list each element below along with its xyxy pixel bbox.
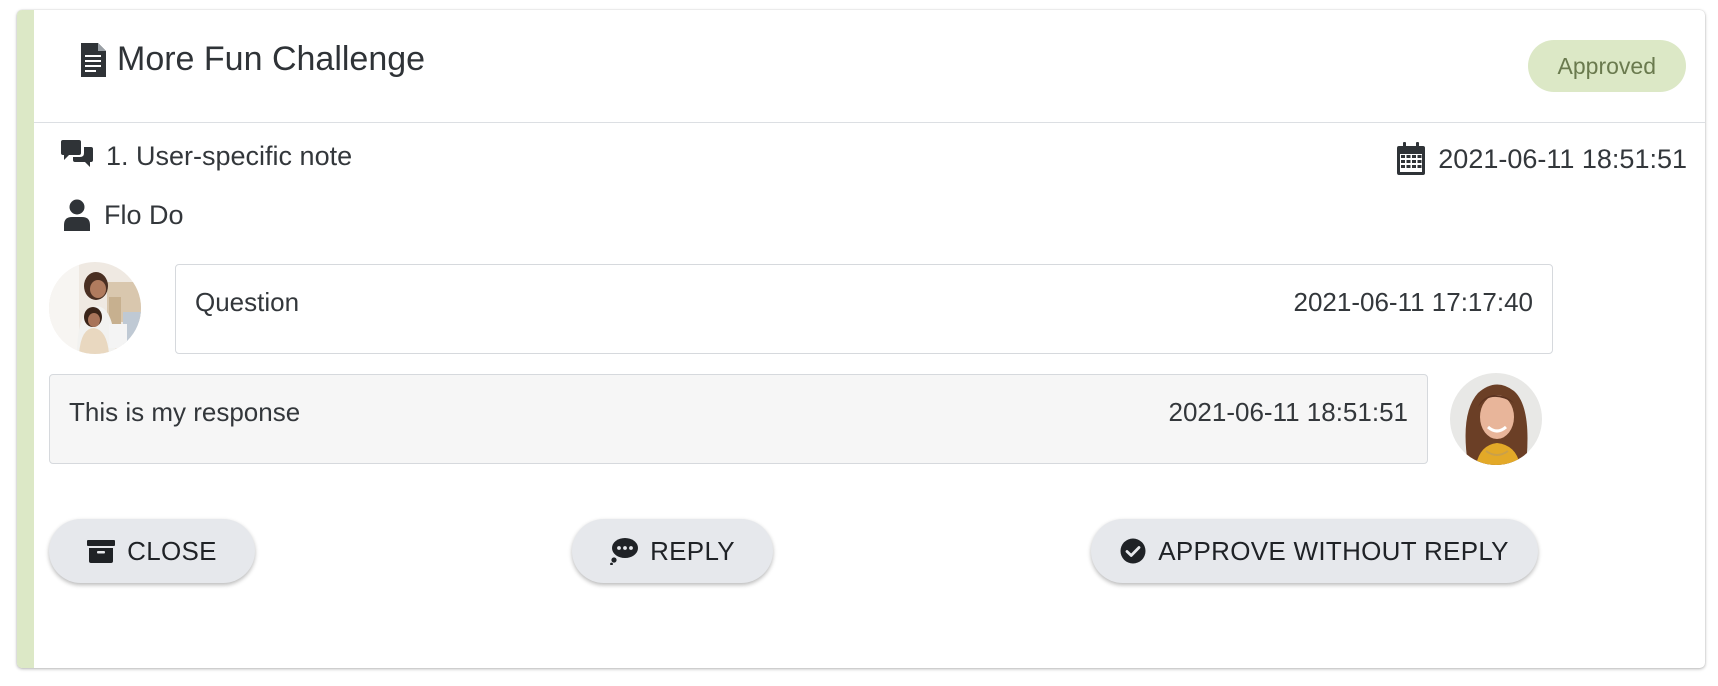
note-date: 2021-06-11 18:51:51: [1438, 143, 1687, 174]
close-button[interactable]: CLOSE: [49, 519, 255, 583]
note-label: 1. User-specific note: [106, 140, 353, 171]
note-card: More Fun Challenge Approved 1. User-spec…: [17, 10, 1705, 668]
status-badge: Approved: [1527, 40, 1686, 92]
note-user-name: Flo Do: [104, 199, 184, 230]
close-button-label: CLOSE: [127, 535, 217, 566]
reply-button-label: REPLY: [650, 535, 735, 566]
note-label-row: 1. User-specific note: [60, 140, 352, 172]
question-time: 2021-06-11 17:17:40: [1293, 287, 1534, 317]
page-title: More Fun Challenge: [79, 40, 425, 79]
reply-button[interactable]: REPLY: [572, 519, 773, 583]
comment-dots-icon: [610, 537, 639, 565]
card-header: More Fun Challenge Approved: [34, 10, 1705, 123]
response-time: 2021-06-11 18:51:51: [1168, 397, 1409, 427]
note-user-row: Flo Do: [62, 199, 184, 231]
user-icon: [62, 199, 92, 231]
question-text: Question: [195, 287, 300, 317]
card-title: More Fun Challenge: [117, 40, 426, 78]
archive-icon: [87, 539, 116, 563]
note-date-row: 2021-06-11 18:51:51: [1396, 142, 1687, 176]
avatar: [1450, 373, 1542, 465]
comments-icon: [60, 140, 94, 172]
question-message: Question 2021-06-11 17:17:40: [175, 264, 1553, 354]
status-accent-bar: [17, 10, 34, 668]
avatar: [49, 262, 141, 354]
approve-button-label: APPROVE WITHOUT REPLY: [1158, 535, 1509, 566]
response-message: This is my response 2021-06-11 18:51:51: [49, 374, 1428, 464]
calendar-icon: [1396, 142, 1426, 176]
check-circle-icon: [1120, 538, 1146, 564]
approve-without-reply-button[interactable]: APPROVE WITHOUT REPLY: [1091, 519, 1538, 583]
document-icon: [79, 42, 107, 78]
response-text: This is my response: [69, 397, 301, 427]
